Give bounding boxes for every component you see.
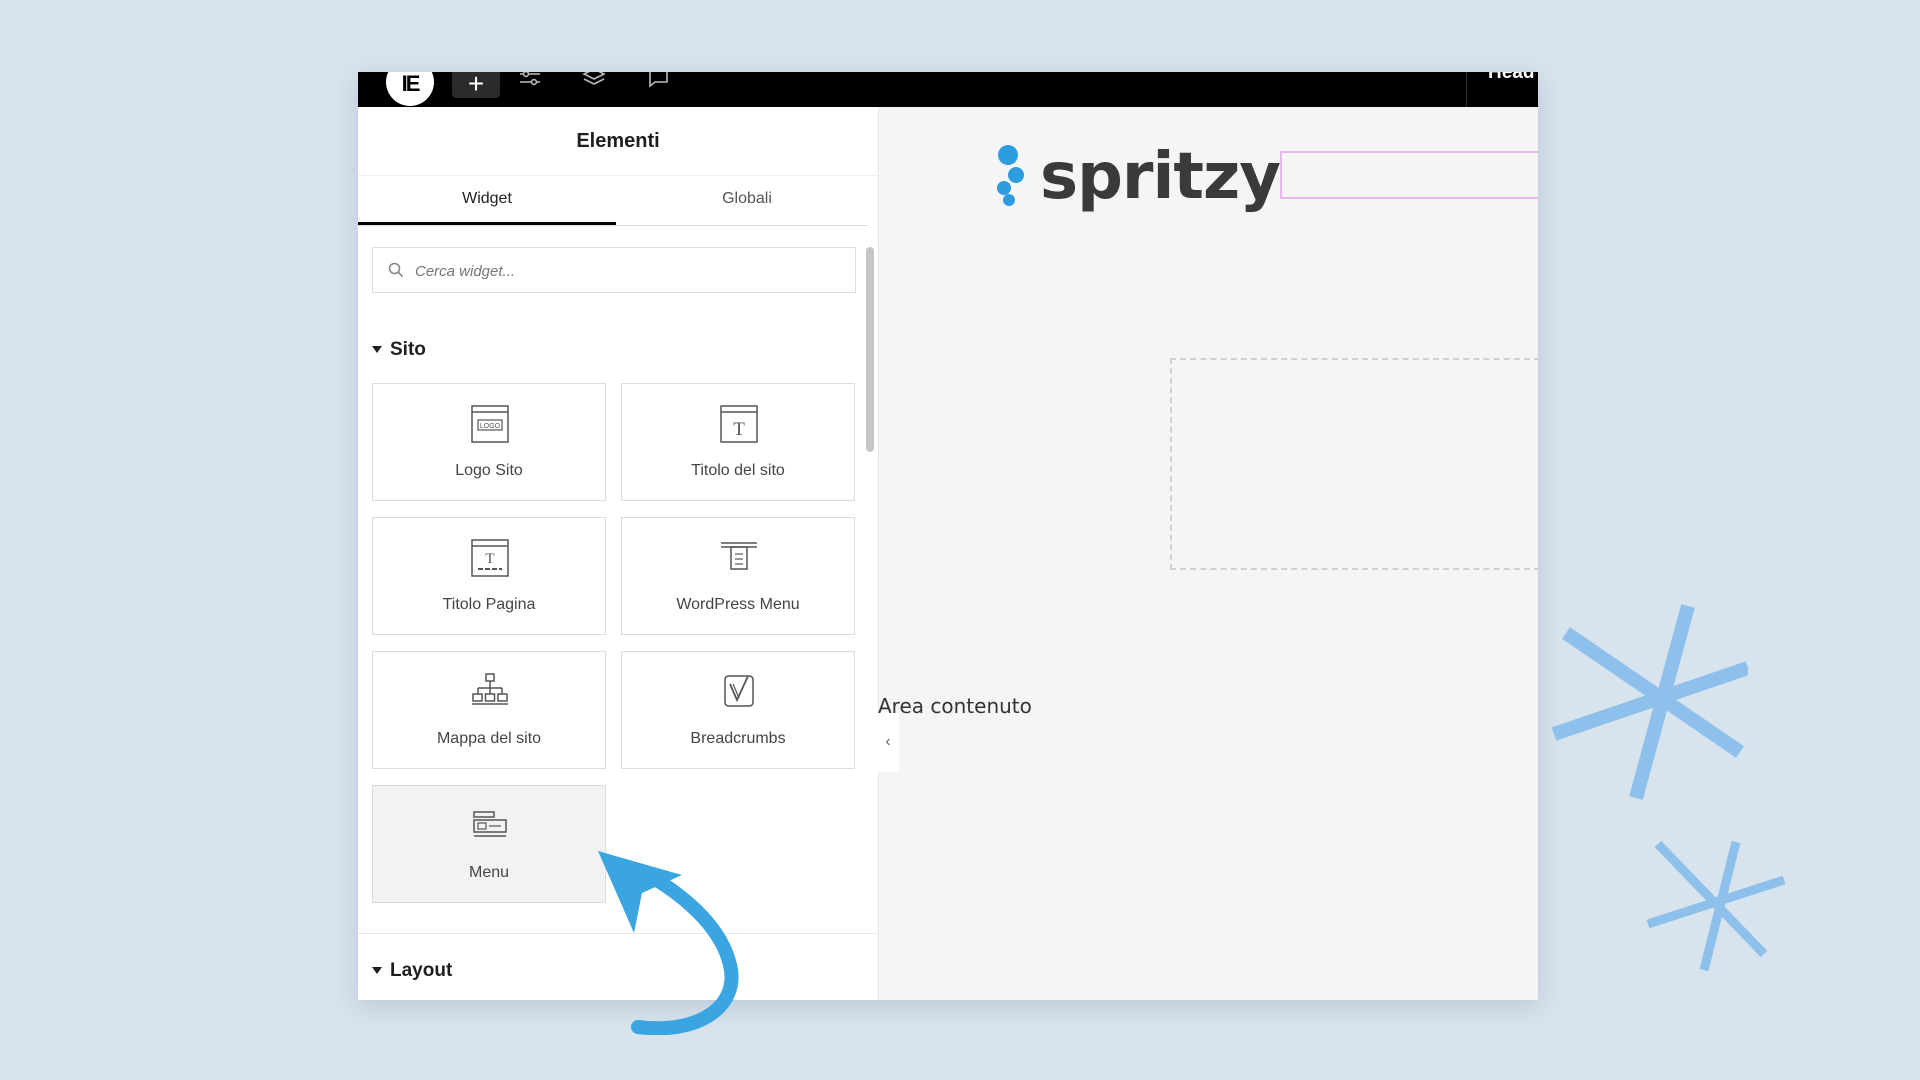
brand-dots-icon bbox=[997, 145, 1024, 206]
site-title-icon: T bbox=[720, 405, 758, 443]
widget-wordpress-menu[interactable]: WordPress Menu bbox=[621, 517, 855, 635]
widget-mappa-del-sito[interactable]: Mappa del sito bbox=[372, 651, 606, 769]
elementor-logo-icon[interactable]: IE bbox=[386, 72, 434, 106]
sitemap-icon bbox=[472, 673, 508, 705]
section-layout-header[interactable]: Layout bbox=[372, 960, 452, 982]
curved-arrow-icon bbox=[598, 851, 739, 1035]
layers-icon[interactable] bbox=[582, 72, 606, 94]
widget-menu[interactable]: Menu bbox=[372, 785, 606, 903]
svg-text:T: T bbox=[485, 551, 494, 567]
svg-text:LOGO: LOGO bbox=[480, 423, 501, 430]
comment-icon[interactable] bbox=[646, 72, 670, 94]
widget-search-field[interactable] bbox=[372, 247, 856, 294]
empty-section-placeholder[interactable] bbox=[1170, 358, 1538, 570]
widget-label: Breadcrumbs bbox=[690, 730, 786, 747]
sliders-icon[interactable] bbox=[518, 72, 542, 94]
widget-logo-sito[interactable]: LOGO Logo Sito bbox=[372, 383, 606, 501]
menu-icon bbox=[473, 811, 507, 837]
breadcrumbs-icon bbox=[724, 675, 754, 707]
panel-tabs: Widget Globali bbox=[358, 175, 868, 226]
widget-titolo-pagina[interactable]: T Titolo Pagina bbox=[372, 517, 606, 635]
caret-down-icon bbox=[372, 346, 382, 354]
brand-name: spritzy bbox=[1040, 140, 1281, 214]
panel-title: Elementi bbox=[358, 107, 878, 176]
site-logo-icon: LOGO bbox=[471, 405, 509, 443]
section-sito-header[interactable]: Sito bbox=[372, 339, 426, 361]
widget-breadcrumbs[interactable]: Breadcrumbs bbox=[621, 651, 855, 769]
content-area-label: Area contenuto bbox=[878, 694, 1032, 718]
widget-label: Mappa del sito bbox=[436, 730, 542, 747]
wordpress-menu-icon bbox=[721, 542, 757, 570]
search-icon bbox=[388, 262, 404, 278]
selected-element-outline[interactable] bbox=[1280, 151, 1538, 199]
widget-label: Logo Sito bbox=[455, 462, 523, 479]
tab-globali[interactable]: Globali bbox=[616, 175, 878, 225]
editor-top-bar: IE + Head bbox=[358, 72, 1538, 107]
add-element-button[interactable]: + bbox=[452, 72, 500, 98]
widget-label: Titolo Pagina bbox=[442, 596, 536, 613]
asterisk-large-icon bbox=[1551, 604, 1748, 800]
document-title[interactable]: Head bbox=[1488, 72, 1534, 84]
widget-label: Menu bbox=[468, 864, 510, 881]
brand-logo: spritzy bbox=[990, 140, 1281, 214]
tab-widget[interactable]: Widget bbox=[358, 175, 616, 225]
panel-scrollbar[interactable] bbox=[866, 247, 874, 452]
editor-screenshot: IE + Head Elementi Widget Globali Cerca … bbox=[358, 72, 1538, 1000]
collapse-panel-button[interactable]: ‹ bbox=[877, 712, 899, 772]
widget-titolo-del-sito[interactable]: T Titolo del sito bbox=[621, 383, 855, 501]
widget-label: Titolo del sito bbox=[691, 462, 785, 479]
top-bar-divider bbox=[1466, 72, 1467, 107]
widget-label: WordPress Menu bbox=[676, 596, 800, 613]
caret-down-icon bbox=[372, 967, 382, 975]
svg-text:T: T bbox=[733, 419, 745, 440]
search-input[interactable] bbox=[413, 248, 837, 294]
asterisk-small-icon bbox=[1646, 840, 1786, 972]
page-title-icon: T bbox=[471, 539, 509, 577]
